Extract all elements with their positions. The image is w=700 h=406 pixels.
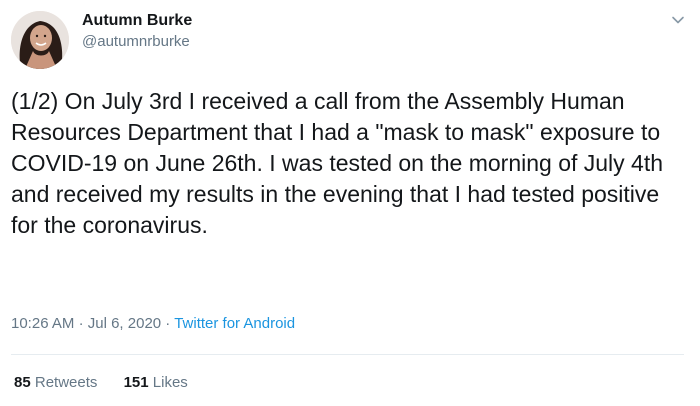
likes-label: Likes xyxy=(152,374,188,391)
chevron-down-icon[interactable] xyxy=(670,12,686,28)
retweets-count: 85 xyxy=(14,374,31,391)
author-handle[interactable]: @autumnrburke xyxy=(82,32,192,52)
tweet-time[interactable]: 10:26 AM xyxy=(11,315,74,332)
tweet-meta: 10:26 AM · Jul 6, 2020 · Twitter for And… xyxy=(11,314,295,334)
avatar-image xyxy=(11,11,69,69)
retweets-stat[interactable]: 85 Retweets xyxy=(14,374,102,391)
divider xyxy=(11,354,684,355)
tweet-card: Autumn Burke @autumnrburke (1/2) On July… xyxy=(0,0,700,406)
retweets-label: Retweets xyxy=(34,374,98,391)
avatar[interactable] xyxy=(11,11,69,69)
author-display-name[interactable]: Autumn Burke xyxy=(82,11,192,31)
likes-stat[interactable]: 151 Likes xyxy=(124,374,188,391)
tweet-source-link[interactable]: Twitter for Android xyxy=(174,315,295,332)
tweet-text: (1/2) On July 3rd I received a call from… xyxy=(11,88,664,238)
meta-separator: · xyxy=(165,315,171,332)
tweet-stats: 85 Retweets 151 Likes xyxy=(14,373,210,393)
meta-separator: · xyxy=(78,315,84,332)
author-info: Autumn Burke @autumnrburke xyxy=(82,11,192,52)
tweet-date[interactable]: Jul 6, 2020 xyxy=(88,315,161,332)
likes-count: 151 xyxy=(123,374,149,391)
